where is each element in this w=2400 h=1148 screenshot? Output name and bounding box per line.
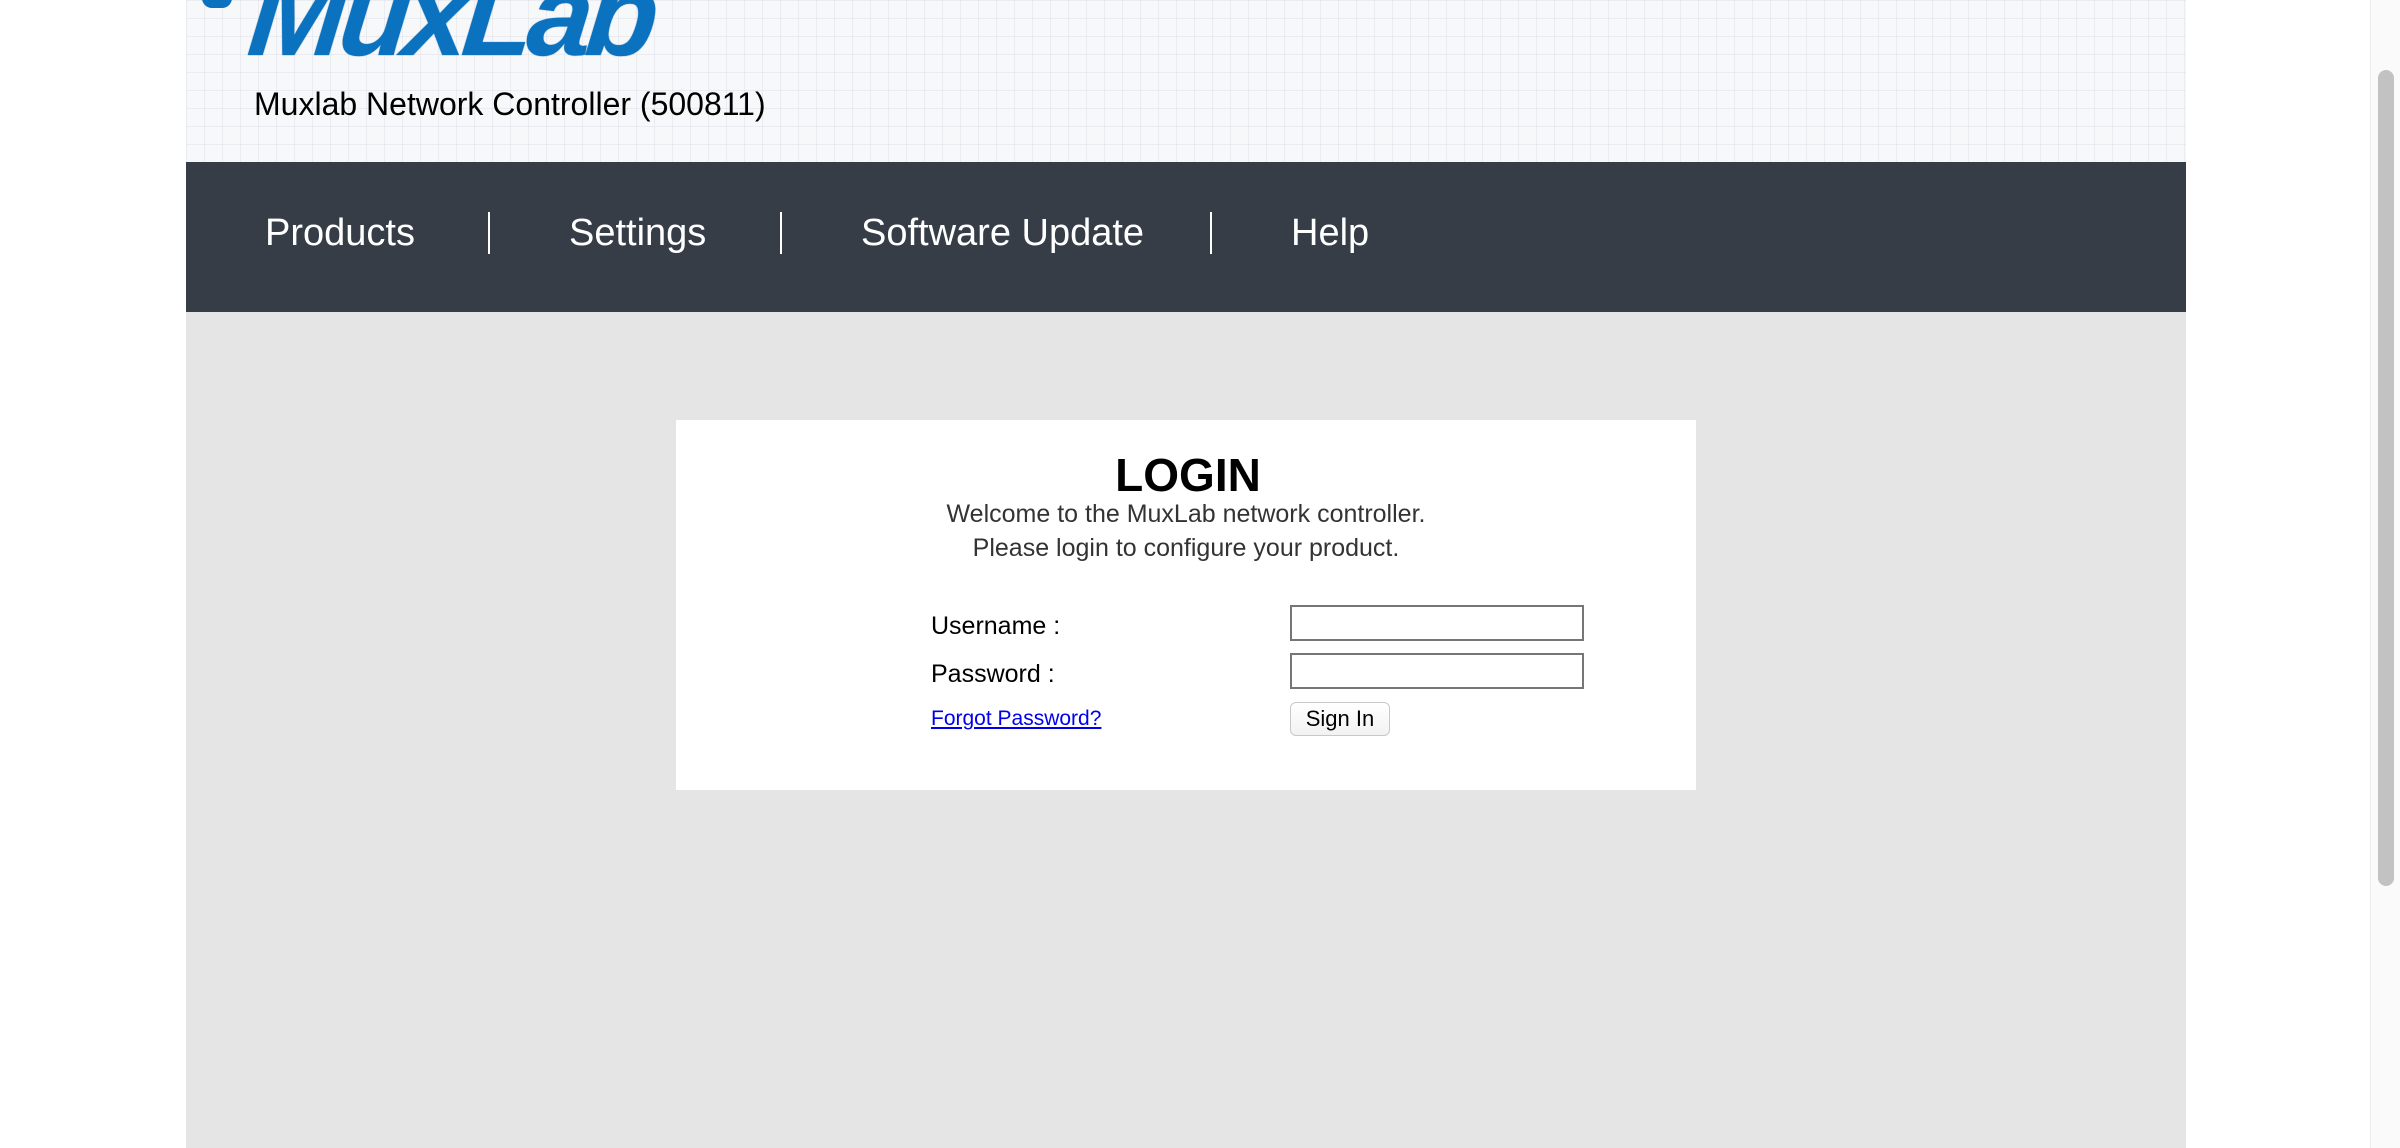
- sign-in-button[interactable]: Sign In: [1290, 702, 1390, 736]
- welcome-text-line-1: Welcome to the MuxLab network controller…: [946, 500, 1426, 528]
- nav-item-products[interactable]: Products: [265, 212, 415, 255]
- vertical-scrollbar[interactable]: [2370, 0, 2400, 1148]
- logo-text: MuxLab: [243, 0, 660, 80]
- scrollbar-thumb[interactable]: [2378, 70, 2394, 886]
- site-header: MuxLab Muxlab Network Controller (500811…: [186, 0, 2186, 162]
- browser-page: MuxLab Muxlab Network Controller (500811…: [0, 0, 2400, 1148]
- nav-separator: [488, 212, 490, 254]
- login-title: LOGIN: [1115, 449, 1261, 501]
- login-panel: LOGIN Welcome to the MuxLab network cont…: [676, 420, 1696, 790]
- username-label: Username :: [931, 612, 1061, 640]
- muxlab-logo-icon: MuxLab: [202, 0, 659, 80]
- main-navbar: Products Settings Software Update Help: [186, 162, 2186, 312]
- nav-item-help[interactable]: Help: [1291, 212, 1369, 255]
- nav-item-software-update[interactable]: Software Update: [861, 212, 1144, 255]
- password-label: Password :: [931, 660, 1055, 688]
- welcome-text-line-2: Please login to configure your product.: [972, 534, 1400, 562]
- logo-mark: [202, 0, 232, 8]
- username-input[interactable]: [1290, 605, 1584, 641]
- nav-separator: [1210, 212, 1212, 254]
- nav-separator: [780, 212, 782, 254]
- device-subtitle: Muxlab Network Controller (500811): [254, 86, 766, 122]
- password-input[interactable]: [1290, 653, 1584, 689]
- nav-item-settings[interactable]: Settings: [569, 212, 706, 255]
- forgot-password-link[interactable]: Forgot Password?: [931, 707, 1101, 731]
- site-frame: MuxLab Muxlab Network Controller (500811…: [186, 0, 2186, 1148]
